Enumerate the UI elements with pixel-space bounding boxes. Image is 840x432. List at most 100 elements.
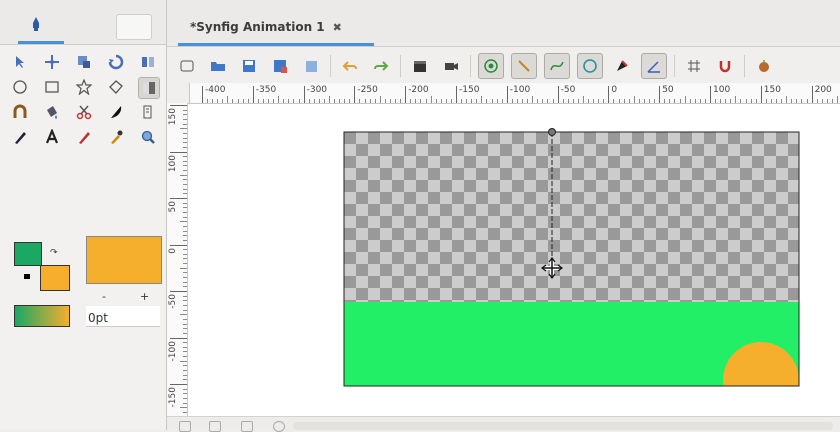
onion-icon <box>759 60 769 72</box>
fill-color-swatch[interactable] <box>40 265 70 291</box>
show-tangents-toggle[interactable] <box>511 53 537 79</box>
ruler-minor-tick <box>725 99 727 103</box>
render-button[interactable] <box>408 54 432 78</box>
rotate-tool-button[interactable] <box>106 52 126 72</box>
ruler-minor-tick <box>374 99 376 103</box>
gradient-swatch[interactable] <box>14 305 70 327</box>
record-button[interactable] <box>273 421 285 432</box>
reset-colors-icon[interactable] <box>24 274 30 279</box>
new-document-button[interactable] <box>175 54 199 78</box>
work-area[interactable] <box>188 104 840 416</box>
ruler-label: -250 <box>357 85 378 95</box>
ruler-minor-tick <box>217 99 219 103</box>
ruler-major-tick <box>405 86 407 103</box>
document-tab[interactable]: *Synfig Animation 1 ✖ <box>190 12 342 42</box>
brush-tool-button[interactable] <box>74 127 94 147</box>
ruler-minor-tick <box>699 99 701 103</box>
ruler-minor-tick <box>232 99 234 103</box>
sketch-tool-button[interactable] <box>138 102 158 122</box>
preview-button[interactable] <box>439 54 463 78</box>
eyedropper-tool-button[interactable] <box>106 127 126 147</box>
mirror-tool-button[interactable] <box>138 52 158 72</box>
ruler-minor-tick <box>180 221 187 223</box>
spline-tool-button[interactable] <box>10 102 30 122</box>
horizontal-scrollbar[interactable] <box>293 422 833 430</box>
redo-button[interactable] <box>369 54 393 78</box>
size-decrease-button[interactable]: - <box>102 290 106 303</box>
orange-circle-layer[interactable] <box>723 342 799 416</box>
ruler-minor-tick <box>183 309 187 311</box>
ruler-minor-tick <box>183 179 187 181</box>
show-guides-toggle[interactable] <box>478 53 504 79</box>
open-button[interactable] <box>206 54 230 78</box>
show-vertices-toggle[interactable] <box>544 53 570 79</box>
cutout-tool-button[interactable] <box>74 102 94 122</box>
ruler-minor-tick <box>435 99 437 103</box>
swap-colors-icon[interactable]: ↷ <box>50 248 58 258</box>
polygon-tool-button[interactable] <box>106 77 126 97</box>
gradient-tool-button[interactable] <box>138 77 160 99</box>
rectangle-tool-button[interactable] <box>42 77 62 97</box>
save-button[interactable] <box>237 54 261 78</box>
ruler-minor-tick <box>623 99 625 103</box>
ruler-minor-tick <box>183 304 187 306</box>
ruler-minor-tick <box>268 99 270 103</box>
sketch-icon <box>143 105 152 119</box>
draw-tool-button[interactable] <box>10 127 30 147</box>
ruler-minor-tick <box>735 96 737 103</box>
onion-skin-toggle[interactable] <box>752 54 776 78</box>
ruler-minor-tick <box>180 314 187 316</box>
frame-start-button[interactable] <box>179 421 191 432</box>
ruler-major-tick <box>170 151 187 153</box>
text-tool-button[interactable] <box>42 127 62 147</box>
ruler-minor-tick <box>527 99 529 103</box>
fill-tool-button[interactable] <box>42 102 62 122</box>
close-tab-icon[interactable]: ✖ <box>333 21 342 34</box>
ruler-minor-tick <box>501 99 503 103</box>
ruler-minor-tick <box>183 402 187 404</box>
brush-size-field[interactable]: 0pt <box>86 306 160 327</box>
ruler-minor-tick <box>183 109 187 111</box>
outline-color-swatch[interactable] <box>14 242 42 266</box>
ruler-minor-tick <box>183 193 187 195</box>
ruler-minor-tick <box>183 156 187 158</box>
ruler-minor-tick <box>183 188 187 190</box>
show-radius-toggle[interactable] <box>577 53 603 79</box>
scale-tool-button[interactable] <box>74 52 94 72</box>
play-button[interactable] <box>241 421 253 432</box>
circle-tool-button[interactable] <box>10 77 30 97</box>
ruler-minor-tick <box>669 99 671 103</box>
zoom-tool-button[interactable] <box>138 127 158 147</box>
brush-preview[interactable] <box>86 236 162 284</box>
toolbox-tab-icon[interactable] <box>28 16 44 35</box>
scale-icon <box>78 56 90 68</box>
undo-button[interactable] <box>338 54 362 78</box>
ruler-minor-tick <box>618 99 620 103</box>
panel-layout-icon[interactable] <box>116 14 152 40</box>
save-as-button[interactable] <box>268 54 292 78</box>
star-tool-button[interactable] <box>74 77 94 97</box>
grid-icon <box>688 60 700 72</box>
ruler-minor-tick <box>318 99 320 103</box>
size-increase-button[interactable]: + <box>140 290 149 303</box>
rotation-handle[interactable] <box>548 128 556 136</box>
smooth-move-tool-button[interactable] <box>42 52 62 72</box>
ruler-minor-tick <box>183 132 187 134</box>
ruler-minor-tick <box>183 356 187 358</box>
show-grid-toggle[interactable] <box>682 54 706 78</box>
transform-tool-button[interactable] <box>10 52 30 72</box>
save-all-button[interactable] <box>299 54 323 78</box>
ruler-minor-tick <box>831 99 833 103</box>
ruler-label: -50 <box>560 85 576 95</box>
show-angle-toggle[interactable] <box>641 53 667 79</box>
feather-icon <box>111 106 122 118</box>
rectangle-icon <box>45 81 59 93</box>
prev-keyframe-button[interactable] <box>209 421 221 432</box>
snap-grid-toggle[interactable] <box>713 54 737 78</box>
ruler-label: -300 <box>306 85 328 95</box>
ruler-minor-tick <box>262 99 264 103</box>
show-width-toggle[interactable] <box>610 54 634 78</box>
feather-tool-button[interactable] <box>106 102 126 122</box>
smooth-move-icon <box>45 55 59 69</box>
brush-size-value: 0pt <box>88 311 108 325</box>
